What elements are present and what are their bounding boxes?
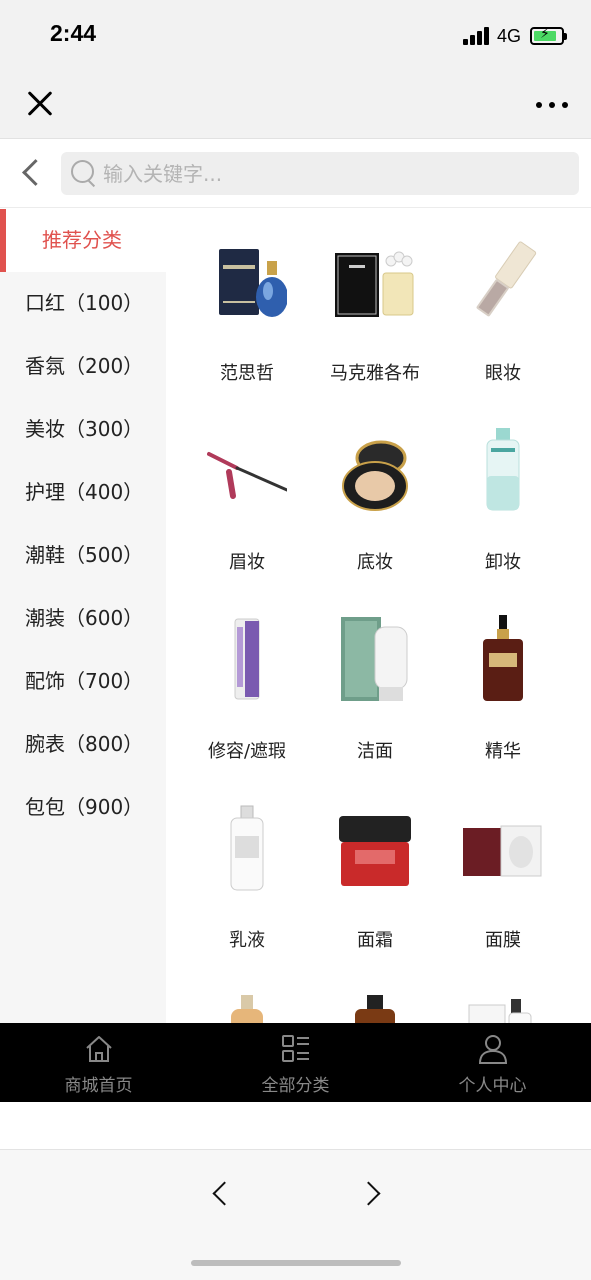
sidebar-item-lipstick[interactable]: 口红（100） — [0, 272, 166, 335]
product-item[interactable] — [183, 965, 311, 1023]
product-label: 马克雅各布 — [330, 363, 420, 384]
status-time: 2:44 — [50, 20, 97, 46]
product-item[interactable]: 乳液 — [183, 776, 311, 965]
product-label: 精华 — [485, 741, 521, 762]
network-label: 4G — [497, 26, 522, 46]
product-label: 洁面 — [357, 741, 393, 762]
product-label: 眉妆 — [229, 552, 265, 573]
product-label: 面霜 — [357, 930, 393, 951]
tab-profile[interactable]: 个人中心 — [394, 1023, 591, 1102]
cushion-compact-image — [342, 440, 408, 511]
product-set-image — [468, 999, 532, 1023]
browser-forward-icon[interactable] — [358, 1178, 388, 1208]
sidebar-item-fragrance[interactable]: 香氛（200） — [0, 335, 166, 398]
category-icon — [282, 1035, 309, 1062]
perfume-image — [219, 249, 287, 317]
product-item[interactable]: 面霜 — [311, 776, 439, 965]
user-icon — [478, 1035, 508, 1064]
sidebar-item-apparel[interactable]: 潮装（600） — [0, 587, 166, 650]
tab-categories[interactable]: 全部分类 — [197, 1023, 394, 1102]
product-item[interactable]: 马克雅各布 — [311, 209, 439, 398]
product-label: 乳液 — [229, 930, 265, 951]
product-label: 卸妆 — [485, 552, 521, 573]
browser-toolbar — [0, 1149, 591, 1280]
essence-bottle-image — [355, 995, 395, 1023]
sidebar-item-makeup[interactable]: 美妆（300） — [0, 398, 166, 461]
product-item[interactable] — [311, 965, 439, 1023]
tab-label: 个人中心 — [458, 1076, 527, 1096]
search-icon — [71, 160, 97, 186]
sidebar-item-skincare[interactable]: 护理（400） — [0, 461, 166, 524]
category-sidebar: 推荐分类 口红（100） 香氛（200） 美妆（300） 护理（400） 潮鞋（… — [0, 209, 166, 1023]
back-icon[interactable] — [16, 158, 46, 188]
sidebar-item-watches[interactable]: 腕表（800） — [0, 713, 166, 776]
search-input[interactable] — [103, 152, 563, 195]
product-item[interactable]: 修容/遮瑕 — [183, 587, 311, 776]
tab-home[interactable]: 商城首页 — [0, 1023, 197, 1102]
product-item[interactable]: 眉妆 — [183, 398, 311, 587]
product-item[interactable] — [439, 965, 567, 1023]
eyebrow-pencil-image — [207, 452, 287, 499]
product-label: 眼妆 — [485, 363, 521, 384]
nav-bar — [0, 72, 591, 139]
product-label: 面膜 — [485, 930, 521, 951]
sidebar-item-sneakers[interactable]: 潮鞋（500） — [0, 524, 166, 587]
product-label: 底妆 — [357, 552, 393, 573]
face-mask-image — [463, 825, 542, 877]
search-row — [0, 140, 591, 208]
product-label: 范思哲 — [220, 363, 274, 384]
more-icon[interactable] — [530, 94, 574, 114]
toner-bottle-image — [231, 995, 263, 1023]
cleanser-image — [341, 617, 408, 701]
search-box[interactable] — [61, 152, 579, 195]
product-item[interactable]: 范思哲 — [183, 209, 311, 398]
face-cream-jar-image — [339, 816, 411, 886]
sidebar-item-recommended[interactable]: 推荐分类 — [0, 209, 166, 272]
product-grid: 范思哲 马克雅各布 眼妆 眉妆 底妆 卸妆 修容/遮瑕 洁面 精华 乳液 面霜 … — [166, 209, 591, 1023]
home-indicator — [191, 1260, 401, 1266]
battery-icon: ⚡ — [530, 26, 567, 45]
signal-icon — [463, 27, 491, 45]
tab-label: 全部分类 — [261, 1076, 330, 1096]
product-item[interactable]: 洁面 — [311, 587, 439, 776]
sidebar-item-bags[interactable]: 包包（900） — [0, 776, 166, 839]
tab-label: 商城首页 — [64, 1076, 133, 1096]
product-item[interactable]: 卸妆 — [439, 398, 567, 587]
close-icon[interactable] — [22, 86, 58, 122]
sidebar-item-accessories[interactable]: 配饰（700） — [0, 650, 166, 713]
product-item[interactable]: 精华 — [439, 587, 567, 776]
product-item[interactable]: 眼妆 — [439, 209, 567, 398]
product-item[interactable]: 面膜 — [439, 776, 567, 965]
home-icon — [86, 1036, 112, 1062]
browser-back-icon[interactable] — [206, 1178, 236, 1208]
eye-makeup-image — [476, 241, 537, 317]
concealer-tube-image — [234, 618, 260, 700]
status-bar: 2:44 4G ⚡ — [0, 0, 591, 72]
serum-bottle-image — [483, 615, 523, 701]
bottom-tab-bar: 商城首页 全部分类 个人中心 — [0, 1023, 591, 1102]
perfume-box-image — [335, 251, 414, 317]
micellar-water-image — [486, 428, 520, 511]
product-label: 修容/遮瑕 — [207, 741, 287, 762]
lotion-bottle-image — [230, 805, 264, 891]
product-item[interactable]: 底妆 — [311, 398, 439, 587]
